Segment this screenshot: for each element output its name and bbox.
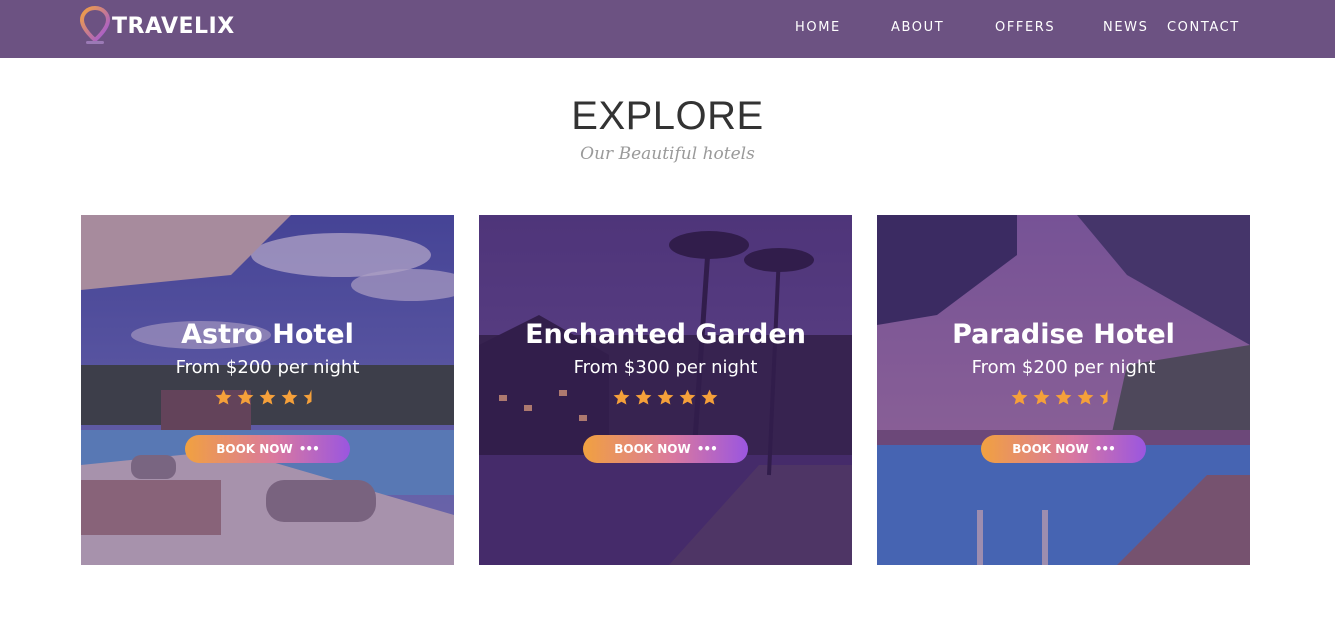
half-star-icon	[1099, 389, 1108, 405]
section-subtitle: Our Beautiful hotels	[580, 144, 755, 164]
book-now-button[interactable]: BOOK NOW •••	[981, 435, 1146, 463]
hotel-price: From $200 per night	[175, 357, 360, 378]
nav-offers[interactable]: OFFERS	[995, 20, 1055, 35]
star-icon	[635, 389, 652, 405]
book-now-button[interactable]: BOOK NOW •••	[185, 435, 350, 463]
nav-about[interactable]: ABOUT	[891, 20, 944, 35]
hotel-card-paradise: Paradise Hotel From $200 per night BOOK …	[877, 215, 1250, 565]
hotel-name: Enchanted Garden	[525, 319, 806, 350]
nav-home[interactable]: HOME	[795, 20, 841, 35]
more-dots-icon: •••	[298, 442, 320, 456]
star-icon	[281, 389, 298, 405]
star-icon	[701, 389, 718, 405]
star-icon	[657, 389, 674, 405]
hotel-name: Paradise Hotel	[952, 319, 1175, 350]
star-icon	[259, 389, 276, 405]
hotel-price: From $200 per night	[971, 357, 1156, 378]
hotel-name: Astro Hotel	[181, 319, 354, 350]
star-rating	[877, 388, 1250, 407]
nav-news[interactable]: NEWS	[1103, 20, 1148, 35]
book-now-button[interactable]: BOOK NOW •••	[583, 435, 748, 463]
book-now-label: BOOK NOW	[216, 442, 293, 456]
section-title: EXPLORE	[571, 94, 764, 138]
book-now-label: BOOK NOW	[1012, 442, 1089, 456]
star-icon	[679, 389, 696, 405]
hotel-card-enchanted-garden: Enchanted Garden From $300 per night BOO…	[479, 215, 852, 565]
star-rating	[81, 388, 454, 407]
star-icon	[237, 389, 254, 405]
more-dots-icon: •••	[1094, 442, 1116, 456]
star-icon	[215, 389, 232, 405]
star-icon	[613, 389, 630, 405]
nav-contact[interactable]: CONTACT	[1167, 20, 1240, 35]
hotel-card-astro: Astro Hotel From $200 per night BOOK NOW…	[81, 215, 454, 565]
navbar: TRAVELIX HOME ABOUT OFFERS NEWS CONTACT	[0, 0, 1335, 58]
more-dots-icon: •••	[696, 442, 718, 456]
star-icon	[1011, 389, 1028, 405]
star-icon	[1055, 389, 1072, 405]
star-icon	[1077, 389, 1094, 405]
main-nav: HOME ABOUT OFFERS NEWS CONTACT	[0, 20, 1335, 40]
half-star-icon	[303, 389, 312, 405]
star-rating	[479, 388, 852, 407]
star-icon	[1033, 389, 1050, 405]
book-now-label: BOOK NOW	[614, 442, 691, 456]
hotel-price: From $300 per night	[573, 357, 758, 378]
